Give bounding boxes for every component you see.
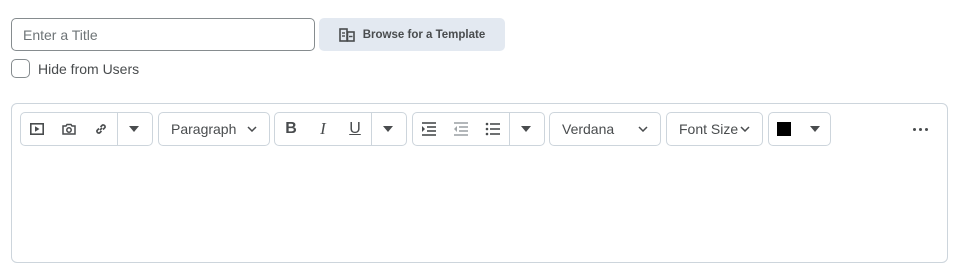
camera-icon (62, 123, 76, 135)
indent-button[interactable] (413, 113, 445, 145)
hide-from-users-label: Hide from Users (38, 60, 140, 77)
title-input[interactable] (11, 18, 315, 51)
ellipsis-dot (924, 127, 928, 131)
browse-template-label: Browse for a Template (362, 28, 486, 41)
caret-down-icon (129, 126, 139, 132)
font-size-dropdown[interactable]: Font Size (666, 112, 763, 146)
chevron-down-icon (740, 126, 750, 132)
bold-button[interactable]: B (275, 113, 307, 145)
list-toolbar-group (412, 112, 545, 146)
more-options-button[interactable] (905, 118, 935, 140)
insert-image-button[interactable] (53, 113, 85, 145)
chevron-down-icon (638, 126, 648, 132)
italic-icon: I (320, 119, 326, 138)
caret-down-icon (383, 126, 393, 132)
ellipsis-dot (918, 127, 922, 131)
bullet-list-icon (485, 122, 500, 136)
browse-template-button[interactable]: Browse for a Template (319, 18, 505, 51)
insert-video-button[interactable] (21, 113, 53, 145)
hide-from-users-row: Hide from Users (11, 59, 139, 78)
text-color-button[interactable] (769, 113, 800, 145)
outdent-icon (454, 122, 468, 136)
chevron-down-icon (247, 126, 257, 132)
font-size-value: Font Size (679, 121, 739, 137)
bold-icon: B (285, 120, 297, 137)
italic-button[interactable]: I (307, 113, 339, 145)
text-color-more-button[interactable] (800, 113, 831, 145)
ellipsis-icon (912, 127, 916, 131)
underline-icon: U (349, 120, 361, 137)
format-dropdown[interactable]: Paragraph (158, 112, 270, 146)
style-more-button[interactable] (371, 113, 404, 145)
insert-link-button[interactable] (85, 113, 117, 145)
template-icon (338, 27, 355, 42)
list-more-button[interactable] (509, 113, 542, 145)
hide-from-users-checkbox[interactable] (11, 59, 30, 78)
text-color-picker (768, 112, 831, 146)
style-toolbar-group: B I U (274, 112, 407, 146)
insert-more-button[interactable] (117, 113, 150, 145)
font-family-value: Verdana (562, 121, 615, 137)
video-icon (30, 123, 44, 135)
caret-down-icon (521, 126, 531, 132)
caret-down-icon (809, 126, 820, 132)
indent-icon (422, 122, 436, 136)
underline-button[interactable]: U (339, 113, 371, 145)
insert-toolbar-group (20, 112, 153, 146)
font-family-dropdown[interactable]: Verdana (549, 112, 661, 146)
outdent-button[interactable] (445, 113, 477, 145)
link-icon (96, 124, 106, 134)
color-swatch-icon (777, 122, 792, 136)
format-dropdown-value: Paragraph (171, 121, 237, 137)
bullet-list-button[interactable] (477, 113, 509, 145)
